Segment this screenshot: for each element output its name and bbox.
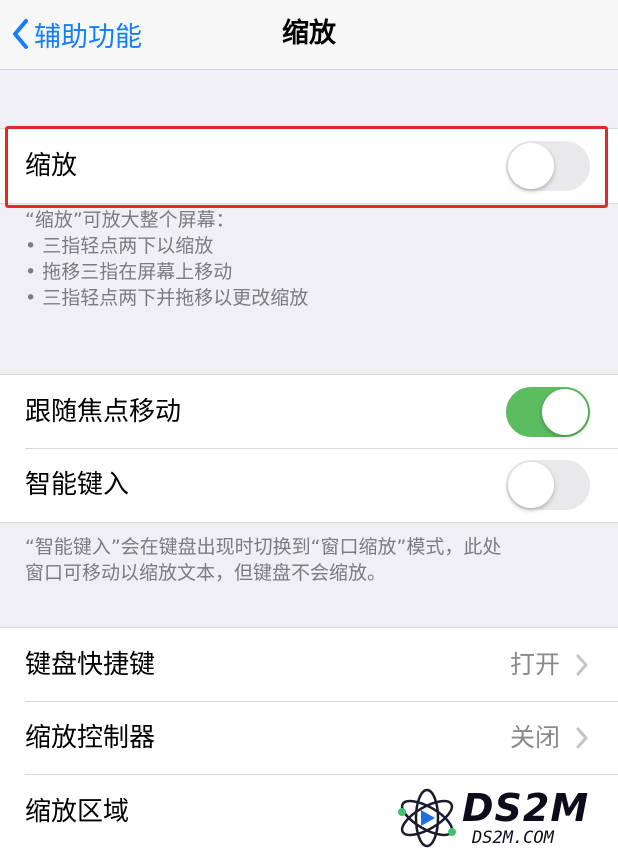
zoom-footer-intro: “缩放”可放大整个屏幕： — [25, 209, 235, 231]
watermark-url: DS2M.COM — [472, 828, 554, 848]
zoom-footer-bullet: • 三指轻点两下并拖移以更改缩放 — [25, 287, 309, 309]
keyboard-shortcuts-value: 打开 — [509, 650, 560, 679]
zoom-controller-value: 关闭 — [509, 723, 560, 752]
smart-typing-row: 智能键入 — [0, 448, 618, 522]
smart-typing-footer-line: 窗口可移动以缩放文本，但键盘不会缩放。 — [25, 562, 387, 584]
zoom-region-label: 缩放区域 — [25, 797, 130, 827]
smart-typing-label: 智能键入 — [25, 470, 130, 500]
chevron-right-icon — [576, 727, 588, 749]
zoom-footer-bullet: • 三指轻点两下以缩放 — [25, 235, 214, 257]
follow-focus-row: 跟随焦点移动 — [0, 375, 618, 449]
toggle-knob — [542, 389, 588, 435]
page-title: 缩放 — [282, 18, 336, 49]
smart-typing-footer: “智能键入”会在键盘出现时切换到“窗口缩放”模式，此处 窗口可移动以缩放文本，但… — [25, 534, 598, 586]
navigation-bar: 辅助功能 缩放 — [0, 0, 618, 70]
zoom-controller-row[interactable]: 缩放控制器 关闭 — [0, 701, 618, 775]
keyboard-shortcuts-label: 键盘快捷键 — [25, 650, 156, 680]
follow-focus-toggle[interactable] — [506, 387, 590, 437]
follow-focus-label: 跟随焦点移动 — [25, 397, 182, 427]
zoom-footer: “缩放”可放大整个屏幕： • 三指轻点两下以缩放 • 拖移三指在屏幕上移动 • … — [25, 207, 598, 311]
watermark-brand: DS2M — [462, 786, 590, 830]
chevron-right-icon — [576, 654, 588, 676]
toggle-knob — [508, 462, 554, 508]
zoom-footer-bullet: • 拖移三指在屏幕上移动 — [25, 261, 233, 283]
smart-typing-footer-line: “智能键入”会在键盘出现时切换到“窗口缩放”模式，此处 — [25, 536, 502, 558]
smart-typing-toggle[interactable] — [506, 460, 590, 510]
keyboard-shortcuts-row[interactable]: 键盘快捷键 打开 — [0, 628, 618, 702]
atom-logo-icon — [398, 788, 456, 848]
highlight-box — [5, 126, 608, 208]
zoom-controller-label: 缩放控制器 — [25, 723, 156, 753]
focus-group: 跟随焦点移动 智能键入 — [0, 374, 618, 523]
watermark: DS2M DS2M.COM — [392, 778, 618, 856]
